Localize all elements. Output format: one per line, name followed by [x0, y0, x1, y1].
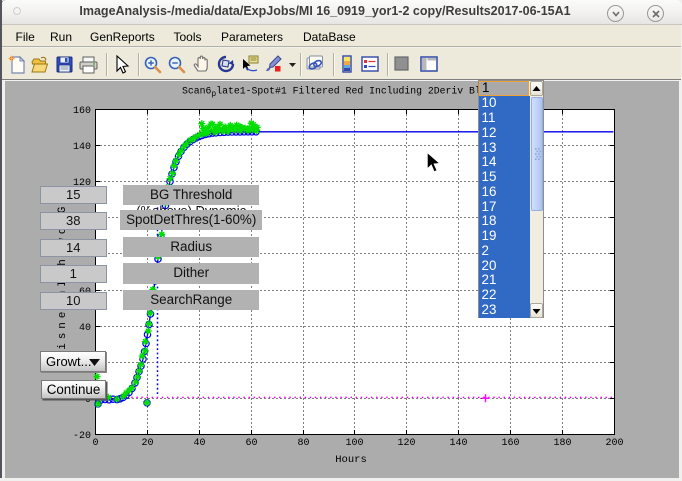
svg-text:180: 180: [553, 438, 571, 449]
svg-text:160: 160: [501, 438, 519, 449]
svg-text:80: 80: [297, 438, 309, 449]
svg-text:-20: -20: [73, 431, 91, 442]
svg-text:140: 140: [449, 438, 467, 449]
svg-text:Hours: Hours: [335, 454, 367, 466]
svg-text:120: 120: [397, 438, 415, 449]
svg-text:60: 60: [245, 438, 257, 449]
svg-text:140: 140: [73, 142, 91, 153]
svg-text:200: 200: [605, 438, 623, 449]
svg-text:40: 40: [79, 323, 91, 334]
svg-text:160: 160: [73, 106, 91, 117]
svg-text:40: 40: [193, 438, 205, 449]
svg-text:0: 0: [92, 438, 98, 449]
svg-text:20: 20: [141, 438, 153, 449]
svg-text:100: 100: [345, 438, 363, 449]
svg-text:Scan6plate1-Spot#1 Filtered Re: Scan6plate1-Spot#1 Filtered Red Includin…: [182, 86, 493, 100]
